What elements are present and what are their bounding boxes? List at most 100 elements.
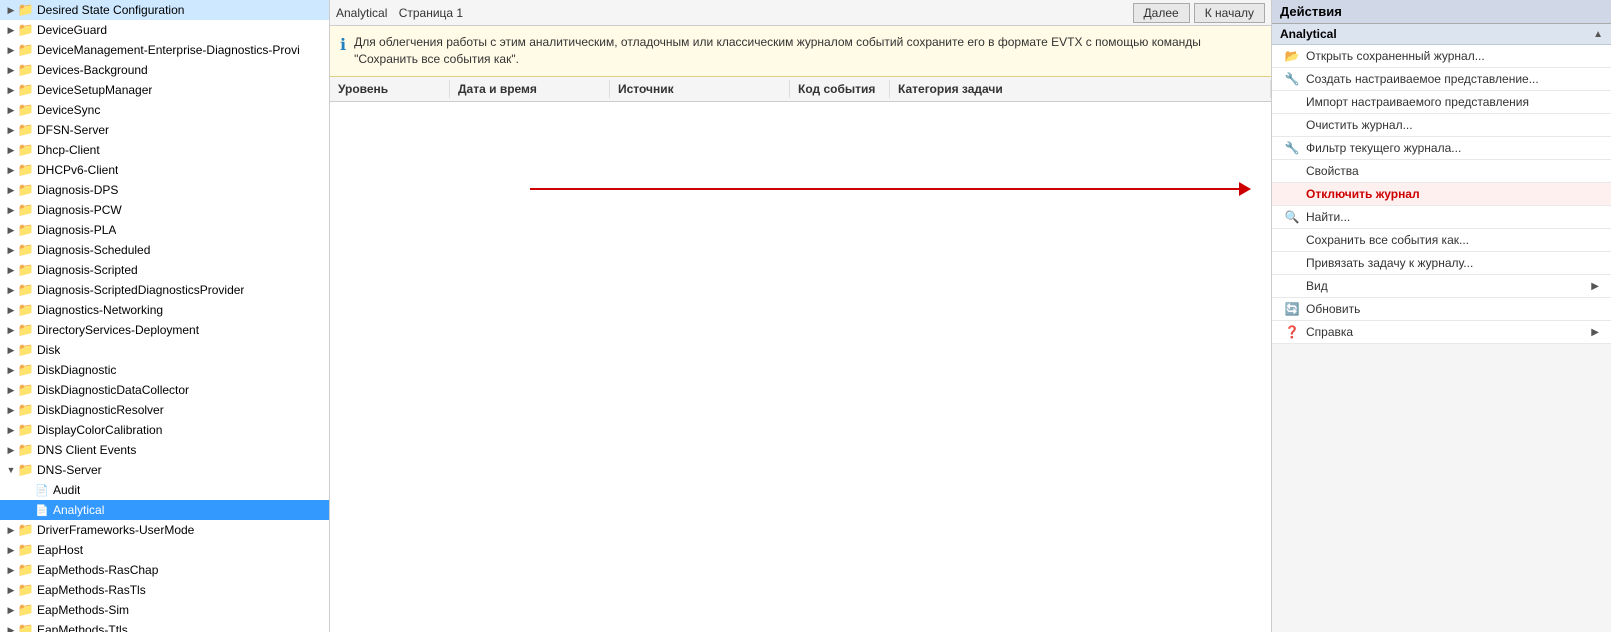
col-header-level[interactable]: Уровень [330, 80, 450, 98]
col-header-event[interactable]: Код события [790, 80, 890, 98]
tree-item-displaycolor[interactable]: 📁DisplayColorCalibration [0, 420, 329, 440]
folder-icon: 📁 [18, 282, 34, 298]
tree-expand-diagnosis-sched[interactable] [4, 243, 18, 257]
action-save-all[interactable]: Сохранить все события как... [1272, 229, 1611, 252]
col-header-category[interactable]: Категория задачи [890, 80, 1271, 98]
col-header-source[interactable]: Источник [610, 80, 790, 98]
tree-item-devicesync[interactable]: 📁DeviceSync [0, 100, 329, 120]
tree-item-dns-server[interactable]: 📁DNS-Server [0, 460, 329, 480]
tree-expand-displaycolor[interactable] [4, 423, 18, 437]
tree-item-analytical[interactable]: 📄Analytical [0, 500, 329, 520]
action-label-view: Вид [1306, 279, 1328, 293]
actions-panel-header: Действия [1272, 0, 1611, 24]
tree-expand-diagnosis-scripted-diag[interactable] [4, 283, 18, 297]
tree-item-eaphost[interactable]: 📁EapHost [0, 540, 329, 560]
action-help[interactable]: ❓Справка▶ [1272, 321, 1611, 344]
action-disable-log[interactable]: Отключить журнал [1272, 183, 1611, 206]
tree-item-diagnosis-sched[interactable]: 📁Diagnosis-Scheduled [0, 240, 329, 260]
tree-item-diagnosis-pcw[interactable]: 📁Diagnosis-PCW [0, 200, 329, 220]
tree-expand-eaphost[interactable] [4, 543, 18, 557]
tree-item-desired-state[interactable]: 📁Desired State Configuration [0, 0, 329, 20]
tree-item-dfsn-server[interactable]: 📁DFSN-Server [0, 120, 329, 140]
tree-item-dhcpv6-client[interactable]: 📁DHCPv6-Client [0, 160, 329, 180]
tree-item-diagnosis-scripted-diag[interactable]: 📁Diagnosis-ScriptedDiagnosticsProvider [0, 280, 329, 300]
tree-item-diagnosis-pla[interactable]: 📁Diagnosis-PLA [0, 220, 329, 240]
right-actions-panel: Действия Analytical ▲ 📂Открыть сохраненн… [1271, 0, 1611, 632]
log-icon: 📄 [34, 502, 50, 518]
tree-item-devices-bg[interactable]: 📁Devices-Background [0, 60, 329, 80]
actions-group-title[interactable]: Analytical ▲ [1272, 24, 1611, 45]
action-filter-log[interactable]: 🔧Фильтр текущего журнала... [1272, 137, 1611, 160]
tree-item-disk[interactable]: 📁Disk [0, 340, 329, 360]
tree-item-dirsvcs[interactable]: 📁DirectoryServices-Deployment [0, 320, 329, 340]
tree-expand-dhcp-client[interactable] [4, 143, 18, 157]
tree-item-driverframeworks[interactable]: 📁DriverFrameworks-UserMode [0, 520, 329, 540]
tree-item-eapmethods-ttls[interactable]: 📁EapMethods-Ttls [0, 620, 329, 632]
tree-label-analytical: Analytical [53, 503, 104, 517]
action-refresh[interactable]: 🔄Обновить [1272, 298, 1611, 321]
left-tree-panel: 📁Desired State Configuration📁DeviceGuard… [0, 0, 330, 632]
tree-item-eapmethods-raschap[interactable]: 📁EapMethods-RasChap [0, 560, 329, 580]
tree-expand-diskdiag[interactable] [4, 363, 18, 377]
tree-expand-audit[interactable] [20, 483, 34, 497]
tree-expand-diskdiagdata[interactable] [4, 383, 18, 397]
tree-expand-eapmethods-ttls[interactable] [4, 623, 18, 632]
tree-item-diagnosis-scripted[interactable]: 📁Diagnosis-Scripted [0, 260, 329, 280]
tree-item-dns-client-ev[interactable]: 📁DNS Client Events [0, 440, 329, 460]
tree-item-dhcp-client[interactable]: 📁Dhcp-Client [0, 140, 329, 160]
tree-item-eapmethods-sim[interactable]: 📁EapMethods-Sim [0, 600, 329, 620]
tree-expand-diskdiagresolv[interactable] [4, 403, 18, 417]
col-header-datetime[interactable]: Дата и время [450, 80, 610, 98]
tree-item-diagnosis-dps[interactable]: 📁Diagnosis-DPS [0, 180, 329, 200]
tree-expand-dirsvcs[interactable] [4, 323, 18, 337]
tree-expand-diagnosis-pla[interactable] [4, 223, 18, 237]
action-attach-task[interactable]: Привязать задачу к журналу... [1272, 252, 1611, 275]
tree-label-diskdiag: DiskDiagnostic [37, 363, 116, 377]
next-button[interactable]: Далее [1133, 3, 1190, 23]
tree-item-diagnostics-net[interactable]: 📁Diagnostics-Networking [0, 300, 329, 320]
tree-expand-dhcpv6-client[interactable] [4, 163, 18, 177]
tree-expand-device-guard[interactable] [4, 23, 18, 37]
tree-item-diskdiagdata[interactable]: 📁DiskDiagnosticDataCollector [0, 380, 329, 400]
tree-expand-eapmethods-sim[interactable] [4, 603, 18, 617]
tree-expand-dns-server[interactable] [4, 463, 18, 477]
tree-label-eapmethods-sim: EapMethods-Sim [37, 603, 129, 617]
tree-expand-devicemgmt[interactable] [4, 43, 18, 57]
tree-item-eapmethods-rastls[interactable]: 📁EapMethods-RasTls [0, 580, 329, 600]
submenu-arrow-view: ▶ [1591, 281, 1599, 292]
tree-item-devicemgmt[interactable]: 📁DeviceManagement-Enterprise-Diagnostics… [0, 40, 329, 60]
action-find[interactable]: 🔍Найти... [1272, 206, 1611, 229]
tree-expand-dns-client-ev[interactable] [4, 443, 18, 457]
tree-expand-eapmethods-raschap[interactable] [4, 563, 18, 577]
tree-item-diskdiag[interactable]: 📁DiskDiagnostic [0, 360, 329, 380]
tree-expand-devicesetup[interactable] [4, 83, 18, 97]
tree-expand-diagnosis-dps[interactable] [4, 183, 18, 197]
tree-item-devicesetup[interactable]: 📁DeviceSetupManager [0, 80, 329, 100]
tree-item-audit[interactable]: 📄Audit [0, 480, 329, 500]
tree-expand-diagnosis-scripted[interactable] [4, 263, 18, 277]
tree-expand-desired-state[interactable] [4, 3, 18, 17]
action-create-custom[interactable]: 🔧Создать настраиваемое представление... [1272, 68, 1611, 91]
tree-item-diskdiagresolv[interactable]: 📁DiskDiagnosticResolver [0, 400, 329, 420]
tree-label-device-guard: DeviceGuard [37, 23, 107, 37]
tree-label-diagnosis-dps: Diagnosis-DPS [37, 183, 118, 197]
action-view[interactable]: Вид ▶ [1272, 275, 1611, 298]
tree-expand-devices-bg[interactable] [4, 63, 18, 77]
tree-expand-devicesync[interactable] [4, 103, 18, 117]
tree-expand-diagnosis-pcw[interactable] [4, 203, 18, 217]
tree-item-device-guard[interactable]: 📁DeviceGuard [0, 20, 329, 40]
tree-expand-analytical[interactable] [20, 503, 34, 517]
home-button[interactable]: К началу [1194, 3, 1265, 23]
action-properties[interactable]: Свойства [1272, 160, 1611, 183]
tree-expand-eapmethods-rastls[interactable] [4, 583, 18, 597]
action-open-saved[interactable]: 📂Открыть сохраненный журнал... [1272, 45, 1611, 68]
tree-expand-driverframeworks[interactable] [4, 523, 18, 537]
tree-expand-diagnostics-net[interactable] [4, 303, 18, 317]
tree-expand-disk[interactable] [4, 343, 18, 357]
folder-icon: 📁 [18, 222, 34, 238]
tree-label-driverframeworks: DriverFrameworks-UserMode [37, 523, 194, 537]
tree-label-dns-server: DNS-Server [37, 463, 102, 477]
action-import-custom[interactable]: Импорт настраиваемого представления [1272, 91, 1611, 114]
tree-expand-dfsn-server[interactable] [4, 123, 18, 137]
action-clear-log[interactable]: Очистить журнал... [1272, 114, 1611, 137]
